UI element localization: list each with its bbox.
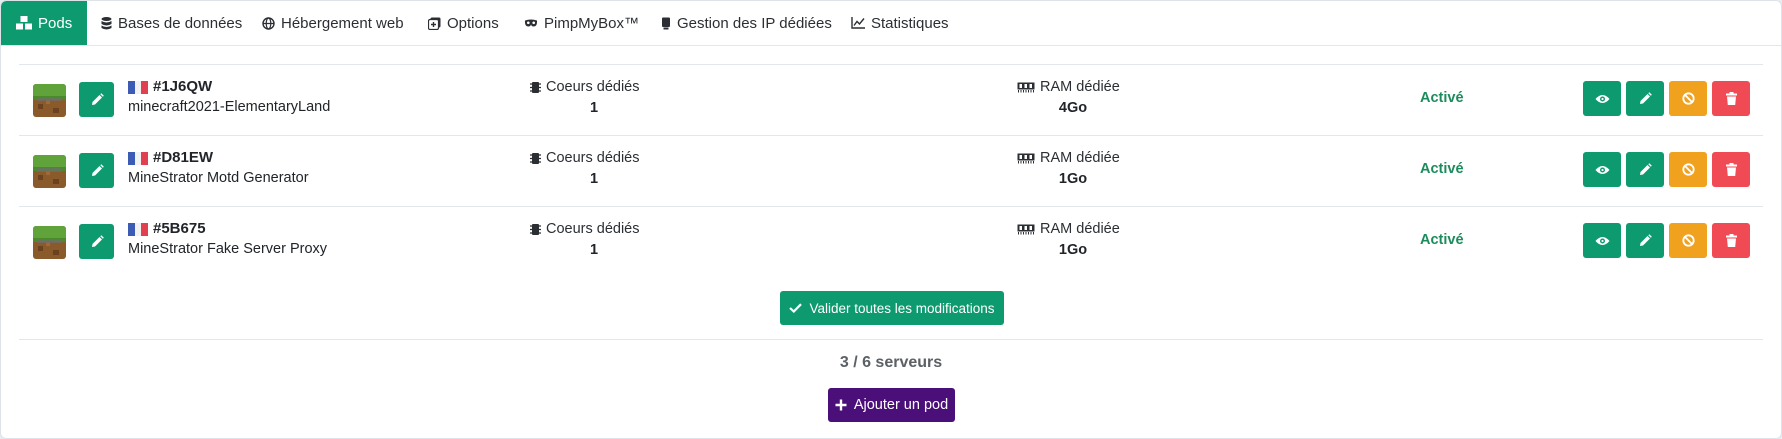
pencil-icon bbox=[1640, 233, 1652, 246]
tab-label: Options bbox=[447, 14, 499, 32]
microchip-icon bbox=[530, 152, 541, 164]
status-badge: Activé bbox=[1420, 90, 1464, 106]
plus-icon bbox=[835, 399, 847, 411]
pod-name: MineStrator Fake Server Proxy bbox=[128, 241, 328, 257]
ban-icon bbox=[1681, 92, 1695, 105]
validate-all-button[interactable]: Valider toutes les modifications bbox=[780, 291, 1004, 325]
rename-pod-button[interactable] bbox=[79, 153, 114, 188]
pencil-icon bbox=[91, 92, 104, 105]
tab-label: Pods bbox=[38, 14, 73, 32]
microchip-icon bbox=[530, 223, 541, 235]
trash-icon bbox=[1725, 163, 1737, 176]
minecraft-thumbnail bbox=[33, 84, 66, 117]
pods-panel: Pods Bases de données Hébergement web Op… bbox=[0, 0, 1782, 439]
trash-icon bbox=[1725, 92, 1737, 105]
globe-icon bbox=[262, 16, 275, 30]
pod-name: MineStrator Motd Generator bbox=[128, 170, 309, 186]
pod-row: #D81EW MineStrator Motd Generator Coeurs… bbox=[19, 136, 1763, 206]
memory-icon bbox=[1017, 224, 1035, 234]
add-pod-button[interactable]: Ajouter un pod bbox=[828, 388, 955, 422]
ban-icon bbox=[1681, 163, 1695, 176]
ram-label: RAM dédiée bbox=[1017, 221, 1120, 237]
rename-pod-button[interactable] bbox=[79, 224, 114, 259]
memory-icon bbox=[1017, 153, 1035, 163]
france-flag-icon bbox=[128, 81, 149, 94]
pod-id: #D81EW bbox=[153, 149, 214, 166]
ram-value: 1Go bbox=[1058, 242, 1088, 258]
edit-pod-button[interactable] bbox=[1626, 152, 1664, 187]
eye-icon bbox=[1595, 94, 1609, 103]
ram-value: 1Go bbox=[1058, 171, 1088, 187]
cores-value: 1 bbox=[589, 242, 599, 258]
tab-label: PimpMyBox™ bbox=[544, 14, 640, 32]
ban-icon bbox=[1681, 234, 1695, 247]
check-icon bbox=[789, 303, 803, 313]
pod-row: #5B675 MineStrator Fake Server Proxy Coe… bbox=[19, 207, 1763, 277]
status-badge: Activé bbox=[1420, 161, 1464, 177]
delete-pod-button[interactable] bbox=[1712, 223, 1750, 258]
ram-value: 4Go bbox=[1058, 100, 1088, 116]
tab-label: Gestion des IP dédiées bbox=[677, 14, 832, 32]
ram-label: RAM dédiée bbox=[1017, 79, 1120, 95]
pod-name: minecraft2021-ElementaryLand bbox=[128, 99, 331, 115]
tab-statistiques[interactable]: Statistiques bbox=[851, 1, 949, 45]
tab-bar: Pods Bases de données Hébergement web Op… bbox=[1, 1, 1781, 46]
chart-line-icon bbox=[851, 17, 865, 29]
eye-icon bbox=[1595, 165, 1609, 174]
tab-label: Bases de données bbox=[118, 14, 243, 32]
server-count: 3 / 6 serveurs bbox=[839, 354, 943, 371]
status-badge: Activé bbox=[1420, 232, 1464, 248]
memory-icon bbox=[1017, 82, 1035, 92]
france-flag-icon bbox=[128, 152, 149, 165]
delete-pod-button[interactable] bbox=[1712, 152, 1750, 187]
cores-value: 1 bbox=[589, 171, 599, 187]
ram-label: RAM dédiée bbox=[1017, 150, 1120, 166]
divider bbox=[19, 339, 1763, 340]
mask-icon bbox=[524, 19, 538, 26]
view-pod-button[interactable] bbox=[1583, 81, 1621, 116]
cores-label: Coeurs dédiés bbox=[530, 221, 640, 237]
rename-pod-button[interactable] bbox=[79, 82, 114, 117]
france-flag-icon bbox=[128, 223, 149, 236]
trash-icon bbox=[1725, 234, 1737, 247]
tab-pimpmybox[interactable]: PimpMyBox™ bbox=[524, 1, 639, 45]
suspend-pod-button[interactable] bbox=[1669, 223, 1707, 258]
database-icon bbox=[101, 16, 112, 29]
microchip-icon bbox=[530, 81, 541, 93]
suspend-pod-button[interactable] bbox=[1669, 81, 1707, 116]
pod-id: #5B675 bbox=[153, 220, 206, 237]
pencil-icon bbox=[91, 163, 104, 176]
cores-label: Coeurs dédiés bbox=[530, 150, 640, 166]
view-pod-button[interactable] bbox=[1583, 152, 1621, 187]
eye-icon bbox=[1595, 236, 1609, 245]
pencil-icon bbox=[91, 234, 104, 247]
minecraft-thumbnail bbox=[33, 155, 66, 188]
edit-pod-button[interactable] bbox=[1626, 81, 1664, 116]
tab-label: Statistiques bbox=[871, 14, 949, 32]
tab-pods[interactable]: Pods bbox=[1, 1, 88, 45]
cores-label: Coeurs dédiés bbox=[530, 79, 640, 95]
plus-square-icon bbox=[428, 17, 441, 30]
cores-value: 1 bbox=[589, 100, 599, 116]
minecraft-thumbnail bbox=[33, 226, 66, 259]
cubes-icon bbox=[16, 16, 32, 30]
tab-bases-de-donnees[interactable]: Bases de données bbox=[101, 1, 242, 45]
suspend-pod-button[interactable] bbox=[1669, 152, 1707, 187]
view-pod-button[interactable] bbox=[1583, 223, 1621, 258]
tab-gestion-ip[interactable]: Gestion des IP dédiées bbox=[661, 1, 832, 45]
pencil-icon bbox=[1640, 91, 1652, 104]
delete-pod-button[interactable] bbox=[1712, 81, 1750, 116]
tab-options[interactable]: Options bbox=[428, 1, 499, 45]
pencil-icon bbox=[1640, 162, 1652, 175]
tab-hebergement-web[interactable]: Hébergement web bbox=[262, 1, 404, 45]
server-icon bbox=[662, 17, 670, 29]
edit-pod-button[interactable] bbox=[1626, 223, 1664, 258]
pod-id: #1J6QW bbox=[153, 78, 213, 95]
pod-row: #1J6QW minecraft2021-ElementaryLand Coeu… bbox=[19, 65, 1763, 135]
tab-label: Hébergement web bbox=[281, 14, 404, 32]
